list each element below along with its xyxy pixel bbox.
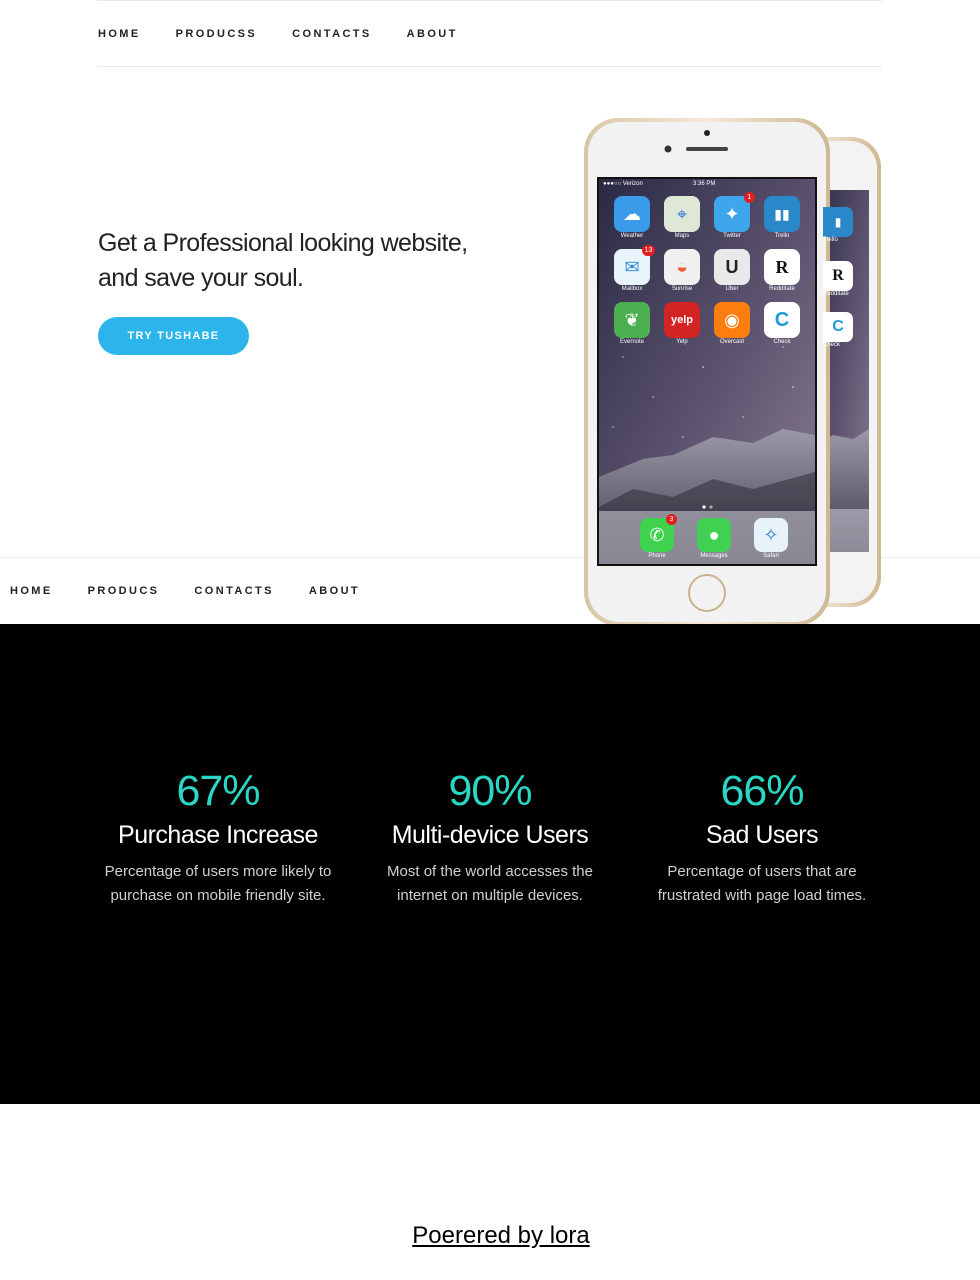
powered-by-link[interactable]: Poerered by lora [412, 1222, 589, 1249]
back-app-redditate: R Redditate [823, 261, 863, 312]
back-phone-apps: ▮ Trello R Redditate C Check [823, 207, 863, 362]
stat-title: Multi-device Users [391, 821, 589, 849]
try-tushabe-button[interactable]: TRY TUSHABE [98, 317, 249, 355]
back-app-check: C Check [823, 312, 863, 362]
stat-sad-users: 66% Sad Users Percentage of users that a… [626, 766, 898, 908]
uber-icon: U [714, 249, 750, 285]
top-nav: HOME PRODUCSS CONTACTS ABOUT [98, 0, 882, 67]
stat-value: 67% [176, 767, 260, 815]
nav-products[interactable]: PRODUCSS [176, 28, 258, 40]
twitter-icon: ✦ [714, 196, 750, 232]
stat-description-line1: Most of the world accesses the [387, 863, 593, 880]
stat-title: Sad Users [705, 821, 819, 849]
app-label: Safari [763, 553, 779, 559]
stat-description: Most of the world accesses the internet … [354, 860, 626, 908]
status-time: 3:36 PM [693, 181, 716, 187]
page: HOME PRODUCSS CONTACTS ABOUT Get a Profe… [0, 0, 980, 1280]
app-label: Redditate [769, 286, 795, 292]
sticky-nav-products[interactable]: PRODUCS [88, 585, 160, 597]
stat-description-line2: purchase on mobile friendly site. [110, 887, 326, 904]
app-label: Messages [700, 553, 728, 559]
stat-multi-device-users: 90% Multi-device Users Most of the world… [354, 766, 626, 908]
dock-app-safari[interactable]: ✧ Safari [753, 518, 789, 559]
trello-icon: ▮ [823, 207, 853, 237]
badge: 3 [666, 514, 677, 525]
dock: ✆ 3 Phone ● Messages ✧ Safari [639, 514, 789, 559]
sticky-nav-contacts[interactable]: CONTACTS [194, 585, 274, 597]
app-label: Weather [620, 233, 644, 239]
app-label: Maps [674, 233, 690, 239]
dock-app-phone[interactable]: ✆ 3 Phone [639, 514, 677, 559]
nav-home[interactable]: HOME [98, 28, 141, 40]
app-uber[interactable]: U Uber [707, 249, 757, 292]
app-evernote[interactable]: ❦ Evernote [607, 302, 657, 345]
app-check[interactable]: C Check [757, 302, 807, 345]
app-maps[interactable]: ⌖ Maps [657, 196, 707, 239]
sticky-nav-about[interactable]: ABOUT [309, 585, 360, 597]
app-overcast[interactable]: ◉ Overcast [707, 302, 757, 345]
dock-app-messages[interactable]: ● Messages [696, 518, 732, 559]
yelp-icon: yelp [664, 302, 700, 338]
app-sunrise[interactable]: ◒ Sunrise [657, 249, 707, 292]
nav-about[interactable]: ABOUT [407, 28, 458, 40]
app-mailbox[interactable]: ✉ 13 Mailbox [607, 245, 657, 292]
app-grid: ☁ Weather ⌖ Maps ✦ 1 Twitter ▮▮ Trello ✉… [607, 192, 817, 345]
app-weather[interactable]: ☁ Weather [607, 196, 657, 239]
safari-icon: ✧ [754, 518, 788, 552]
stat-description-line2: frustrated with page load times. [657, 887, 867, 904]
app-trello[interactable]: ▮▮ Trello [757, 196, 807, 239]
overcast-icon: ◉ [714, 302, 750, 338]
hero-title-line1: Get a Professional looking website, [98, 229, 468, 257]
check-icon: C [823, 312, 853, 342]
phones-illustration: ●●●○○ Verizon 3:36 PM ☁ Weather ⌖ Maps ✦… [583, 117, 883, 629]
redditate-icon: R [764, 249, 800, 285]
maps-icon: ⌖ [664, 196, 700, 232]
status-carrier: ●●●○○ Verizon [603, 181, 643, 187]
weather-icon: ☁ [614, 196, 650, 232]
stat-description-line1: Percentage of users that are [667, 863, 857, 880]
badge: 1 [744, 192, 755, 203]
stat-description: Percentage of users more likely to purch… [82, 860, 354, 908]
stat-value: 90% [448, 767, 532, 815]
app-label: Phone [648, 553, 666, 559]
badge: 13 [642, 245, 655, 256]
app-label: Mailbox [621, 286, 643, 292]
hero-title-line2: and save your soul. [98, 264, 304, 292]
footer: Poerered by lora [0, 1222, 980, 1250]
app-label: Check [773, 339, 791, 345]
stats-section: 67% Purchase Increase Percentage of user… [0, 624, 980, 1104]
check-icon: C [764, 302, 800, 338]
app-label: Twitter [723, 233, 741, 239]
app-redditate[interactable]: R Redditate [757, 249, 807, 292]
app-label: Check [823, 342, 841, 348]
app-twitter[interactable]: ✦ 1 Twitter [707, 192, 757, 239]
stat-value: 66% [720, 767, 804, 815]
evernote-icon: ❦ [614, 302, 650, 338]
app-label: Uber [725, 286, 739, 292]
app-label: Sunrise [671, 286, 693, 292]
nav-contacts[interactable]: CONTACTS [292, 28, 372, 40]
sticky-nav-home[interactable]: HOME [10, 585, 53, 597]
app-label: Overcast [719, 339, 744, 345]
back-app-trello: ▮ Trello [823, 207, 863, 261]
redditate-icon: R [823, 261, 853, 291]
app-label: Redditate [823, 291, 849, 297]
app-label: Yelp [676, 339, 688, 345]
stat-description: Percentage of users that are frustrated … [626, 860, 898, 908]
app-label: Evernote [619, 339, 644, 345]
sunrise-icon: ◒ [664, 249, 700, 285]
stat-description-line1: Percentage of users more likely to [104, 863, 332, 880]
app-yelp[interactable]: yelp Yelp [657, 302, 707, 345]
stat-purchase-increase: 67% Purchase Increase Percentage of user… [82, 766, 354, 908]
messages-icon: ● [697, 518, 731, 552]
app-label: Trello [774, 233, 790, 239]
stat-title: Purchase Increase [118, 821, 318, 849]
hero-title: Get a Professional looking website, and … [98, 226, 518, 296]
trello-icon: ▮▮ [764, 196, 800, 232]
app-label: Trello [823, 237, 838, 243]
stat-description-line2: internet on multiple devices. [397, 887, 583, 904]
